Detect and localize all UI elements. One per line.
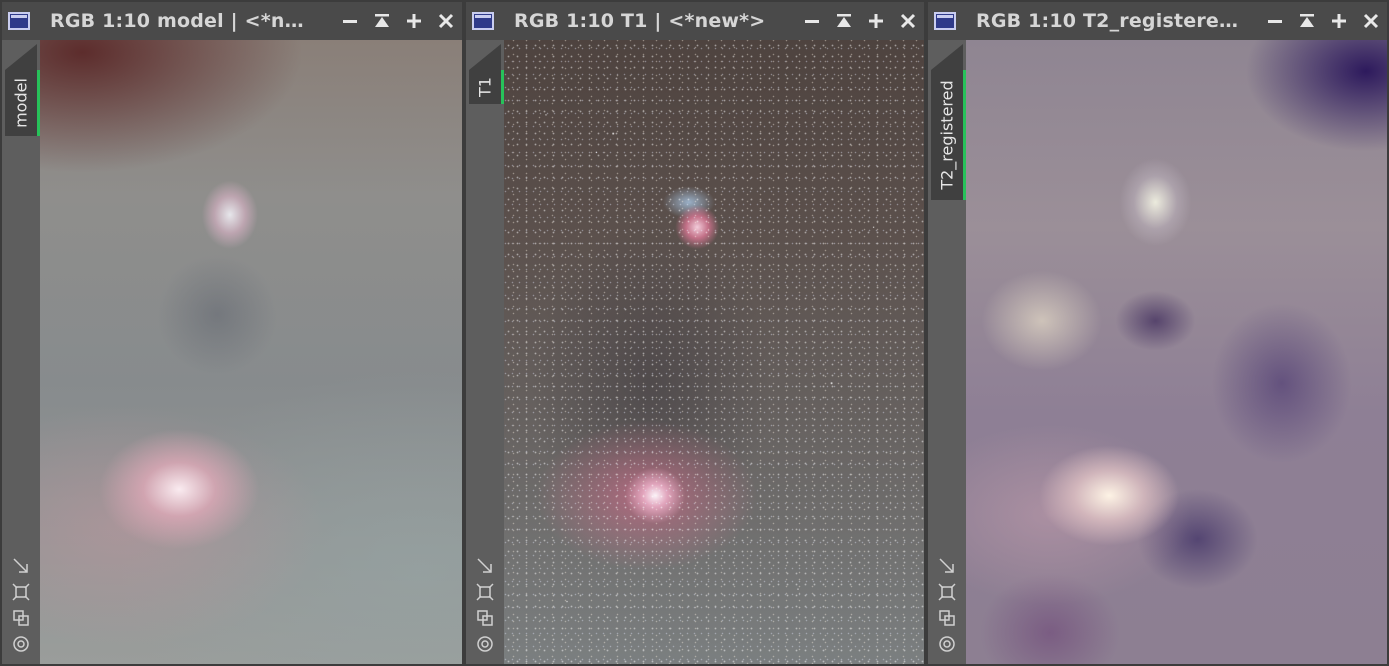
plus-icon[interactable] <box>1323 2 1355 40</box>
target-icon[interactable] <box>11 634 31 654</box>
close-icon[interactable] <box>1355 2 1387 40</box>
tool-column <box>928 556 966 654</box>
resize-icon[interactable] <box>475 556 495 576</box>
plus-icon[interactable] <box>860 2 892 40</box>
tool-column <box>2 556 40 654</box>
plus-icon[interactable] <box>398 2 430 40</box>
target-icon[interactable] <box>937 634 957 654</box>
clone-icon[interactable] <box>11 608 31 628</box>
window-icon <box>8 2 30 40</box>
view-tab-t1[interactable]: T1 <box>469 70 504 104</box>
fit-icon[interactable] <box>11 582 31 602</box>
resize-icon[interactable] <box>11 556 31 576</box>
image-window-t1[interactable]: RGB 1:10 T1 | <*new*> T1 <box>464 0 926 666</box>
view-selector-strip: T2_registered <box>928 40 966 664</box>
view-selector-strip: T1 <box>466 40 504 664</box>
image-viewport[interactable] <box>504 40 924 664</box>
view-tab-label: model <box>11 78 31 128</box>
target-icon[interactable] <box>475 634 495 654</box>
view-tab-model[interactable]: model <box>5 70 40 136</box>
view-selector-strip: model <box>2 40 40 664</box>
image-window-t2-registered[interactable]: RGB 1:10 T2_registere… T2_registered <box>926 0 1389 666</box>
resize-icon[interactable] <box>937 556 957 576</box>
window-title: RGB 1:10 T1 | <*new*> <box>514 10 766 32</box>
image-viewport[interactable] <box>40 40 462 664</box>
title-bar[interactable]: RGB 1:10 model | <*n… <box>2 2 462 40</box>
minimize-icon[interactable] <box>796 2 828 40</box>
clone-icon[interactable] <box>475 608 495 628</box>
image-window-model[interactable]: RGB 1:10 model | <*n… model <box>0 0 464 666</box>
tool-column <box>466 556 504 654</box>
shade-icon[interactable] <box>366 2 398 40</box>
view-tab-label: T1 <box>475 77 495 97</box>
shade-icon[interactable] <box>828 2 860 40</box>
shade-icon[interactable] <box>1291 2 1323 40</box>
image-viewport[interactable] <box>966 40 1387 664</box>
minimize-icon[interactable] <box>1259 2 1291 40</box>
window-icon <box>934 2 956 40</box>
close-icon[interactable] <box>430 2 462 40</box>
minimize-icon[interactable] <box>334 2 366 40</box>
window-icon <box>472 2 494 40</box>
window-title: RGB 1:10 model | <*n… <box>50 10 304 32</box>
window-title: RGB 1:10 T2_registere… <box>976 10 1239 32</box>
fit-icon[interactable] <box>937 582 957 602</box>
view-tab-label: T2_registered <box>937 80 957 190</box>
close-icon[interactable] <box>892 2 924 40</box>
clone-icon[interactable] <box>937 608 957 628</box>
title-bar[interactable]: RGB 1:10 T1 | <*new*> <box>466 2 924 40</box>
fit-icon[interactable] <box>475 582 495 602</box>
view-tab-t2-registered[interactable]: T2_registered <box>931 70 966 200</box>
title-bar[interactable]: RGB 1:10 T2_registere… <box>928 2 1387 40</box>
workspace: RGB 1:10 model | <*n… model RGB 1:10 T1 … <box>0 0 1389 666</box>
